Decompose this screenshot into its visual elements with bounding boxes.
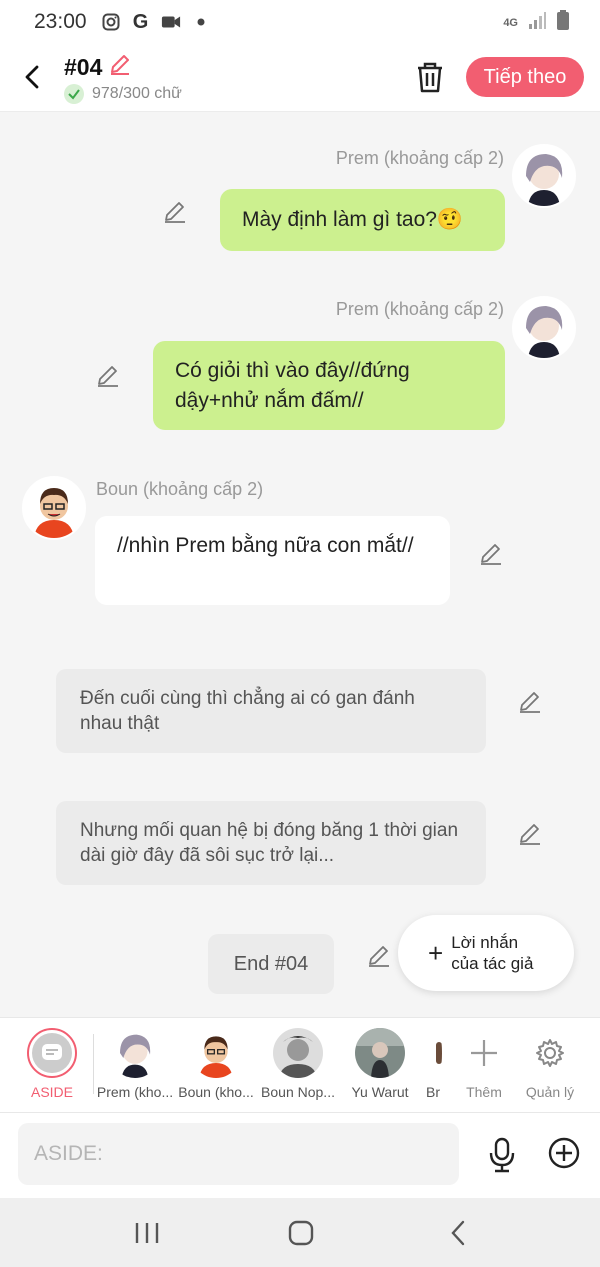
avatar-prem[interactable] bbox=[512, 296, 576, 360]
character-label: Thêm bbox=[466, 1084, 502, 1100]
message-bubble[interactable]: //nhìn Prem bằng nữa con mắt// bbox=[95, 516, 450, 605]
character-bar: ASIDE Prem (kho... Boun (kho... Boun Nop… bbox=[0, 1017, 600, 1113]
narration-bubble[interactable]: Nhưng mối quan hệ bị đóng băng 1 thời gi… bbox=[56, 801, 486, 885]
avatar-prem bbox=[110, 1028, 160, 1078]
character-prem[interactable]: Prem (kho... bbox=[95, 1028, 175, 1100]
avatar-boun[interactable] bbox=[22, 476, 86, 540]
end-chapter-bubble[interactable]: End #04 bbox=[208, 934, 334, 994]
signal-icon bbox=[528, 11, 546, 35]
recent-apps-icon[interactable] bbox=[132, 1218, 162, 1248]
author-note-button[interactable]: + Lời nhắn của tác giả bbox=[398, 915, 574, 991]
edit-pencil-icon[interactable] bbox=[95, 362, 121, 388]
message-icon bbox=[41, 1043, 63, 1064]
author-note-line2: của tác giả bbox=[451, 954, 534, 973]
character-label: Br bbox=[426, 1084, 440, 1100]
chapter-title-text: #04 bbox=[64, 53, 103, 80]
input-bar bbox=[0, 1113, 600, 1198]
network-label: 4G bbox=[503, 16, 518, 29]
avatar-photo bbox=[355, 1028, 405, 1078]
app-header: #04 978/300 chữ Tiếp theo bbox=[0, 44, 600, 112]
character-aside[interactable]: ASIDE bbox=[12, 1028, 92, 1100]
trash-icon[interactable] bbox=[414, 60, 446, 94]
back-arrow-icon[interactable] bbox=[18, 62, 48, 92]
plus-icon bbox=[459, 1028, 509, 1078]
back-nav-icon[interactable] bbox=[444, 1218, 474, 1248]
battery-icon bbox=[556, 10, 570, 36]
edit-pencil-icon[interactable] bbox=[478, 540, 504, 566]
google-icon: G bbox=[132, 10, 149, 33]
edit-pencil-icon[interactable] bbox=[517, 820, 543, 846]
checkmark-icon bbox=[64, 84, 84, 104]
system-nav-bar bbox=[0, 1198, 600, 1267]
character-label: Boun (kho... bbox=[178, 1084, 254, 1100]
chapter-title: #04 bbox=[64, 52, 132, 82]
avatar-photo bbox=[432, 1028, 442, 1078]
character-label: Quản lý bbox=[525, 1084, 575, 1100]
character-label: ASIDE bbox=[30, 1084, 73, 1100]
avatar-photo bbox=[273, 1028, 323, 1078]
next-button[interactable]: Tiếp theo bbox=[466, 57, 584, 97]
home-icon[interactable] bbox=[286, 1218, 316, 1248]
character-boun-noppanut[interactable]: Boun Nop... bbox=[258, 1028, 338, 1100]
add-circle-icon[interactable] bbox=[548, 1137, 580, 1169]
divider bbox=[93, 1034, 94, 1094]
speaker-name: Boun (khoảng cấp 2) bbox=[96, 479, 264, 499]
avatar-boun bbox=[191, 1028, 241, 1078]
notification-dot-icon bbox=[191, 12, 211, 32]
manage-characters-button[interactable]: Quản lý bbox=[510, 1028, 590, 1100]
avatar-prem[interactable] bbox=[512, 144, 576, 208]
character-label: Yu Warut bbox=[351, 1084, 409, 1100]
author-note-label: Lời nhắn của tác giả bbox=[451, 932, 533, 974]
edit-pencil-icon[interactable] bbox=[517, 688, 543, 714]
microphone-icon[interactable] bbox=[486, 1137, 518, 1173]
plus-icon: + bbox=[428, 938, 444, 968]
status-time: 23:00 bbox=[34, 10, 87, 33]
gear-icon bbox=[525, 1028, 575, 1078]
pencil-icon[interactable] bbox=[108, 52, 132, 82]
edit-pencil-icon[interactable] bbox=[366, 942, 392, 968]
word-count-text: 978/300 chữ bbox=[92, 85, 182, 102]
speaker-name: Prem (khoảng cấp 2) bbox=[335, 299, 504, 319]
narration-bubble[interactable]: Đến cuối cùng thì chẳng ai có gan đánh n… bbox=[56, 669, 486, 753]
message-input[interactable] bbox=[18, 1123, 459, 1185]
instagram-icon bbox=[101, 12, 121, 32]
message-bubble[interactable]: Có giỏi thì vào đây//đứng dậy+nhử nắm đấ… bbox=[153, 341, 505, 430]
character-label: Prem (kho... bbox=[96, 1084, 174, 1100]
character-boun[interactable]: Boun (kho... bbox=[176, 1028, 256, 1100]
word-count: 978/300 chữ bbox=[64, 84, 182, 104]
edit-pencil-icon[interactable] bbox=[162, 198, 188, 224]
character-label: Boun Nop... bbox=[261, 1084, 335, 1100]
video-call-icon bbox=[161, 12, 181, 32]
aside-avatar bbox=[27, 1028, 77, 1078]
author-note-line1: Lời nhắn bbox=[451, 933, 519, 952]
speaker-name: Prem (khoảng cấp 2) bbox=[335, 148, 504, 168]
message-bubble[interactable]: Mày định làm gì tao?🤨 bbox=[220, 189, 505, 251]
chat-area: Prem (khoảng cấp 2) Mày định làm gì tao?… bbox=[0, 112, 600, 1017]
status-bar: 23:00 G 4G bbox=[0, 0, 600, 44]
